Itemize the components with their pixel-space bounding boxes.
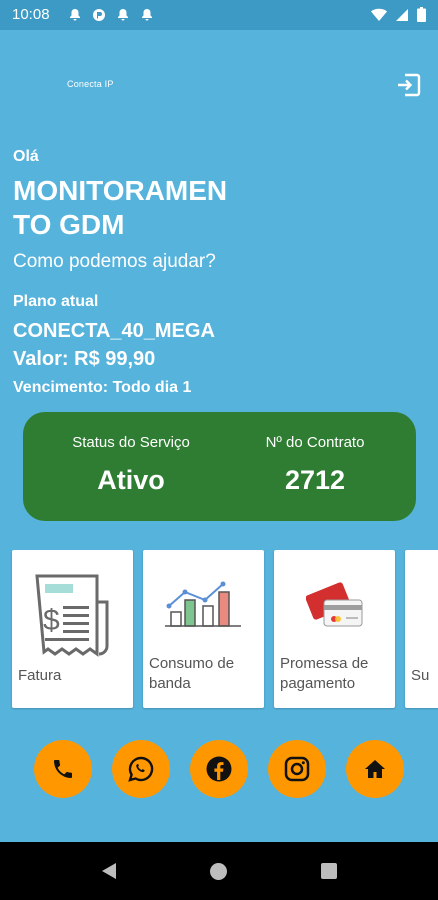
greeting-hello: Olá: [13, 148, 39, 165]
contract-number-label: Nº do Contrato: [265, 434, 365, 451]
facebook-icon: [206, 756, 232, 782]
svg-text:$: $: [43, 604, 60, 637]
credit-card-icon: [306, 582, 363, 627]
instagram-icon: [284, 756, 310, 782]
help-prompt: Como podemos ajudar?: [13, 251, 216, 272]
instagram-button[interactable]: [268, 740, 326, 798]
signal-icon: [396, 8, 408, 21]
card-consumo-banda[interactable]: Consumo de banda: [143, 550, 264, 708]
app-notification-icon: [93, 9, 105, 21]
plan-label: Plano atual: [13, 293, 99, 310]
whatsapp-icon: [128, 756, 154, 782]
service-status-value: Ativo: [97, 465, 165, 495]
card-suporte[interactable]: Su: [405, 550, 438, 708]
recent-apps-icon[interactable]: [321, 863, 337, 879]
card-label: Fatura: [18, 667, 62, 684]
card-label: Consumo de banda: [149, 655, 235, 692]
phone-icon: [54, 760, 72, 778]
home-button[interactable]: [346, 740, 404, 798]
app-logo: Conecta IP: [67, 79, 114, 89]
plan-value: Valor: R$ 99,90: [13, 348, 156, 370]
logout-icon[interactable]: [396, 72, 422, 98]
customer-name: MONITORAMENTO GDM: [13, 175, 228, 240]
android-nav-bar: [0, 842, 438, 900]
card-fatura[interactable]: $ Fatura: [12, 550, 133, 708]
status-time: 10:08: [12, 6, 50, 23]
plan-name: CONECTA_40_MEGA: [13, 320, 215, 342]
notification-bell-icon: [118, 9, 128, 21]
service-status-label: Status do Serviço: [72, 434, 190, 451]
wifi-icon: [371, 8, 387, 21]
status-bar: 10:08: [0, 0, 438, 30]
facebook-button[interactable]: [190, 740, 248, 798]
battery-icon: [417, 7, 426, 22]
service-status-card: Status do Serviço Ativo Nº do Contrato 2…: [23, 412, 416, 521]
chart-icon: [165, 581, 241, 627]
whatsapp-button[interactable]: [112, 740, 170, 798]
invoice-icon: $: [35, 574, 109, 657]
phone-button[interactable]: [34, 740, 92, 798]
notification-bell-icon: [142, 9, 152, 21]
plan-due-date: Vencimento: Todo dia 1: [13, 379, 192, 396]
home-icon: [365, 760, 385, 778]
notification-bell-icon: [70, 9, 80, 21]
service-cards-row: $ Fatura Consumo de banda Promessa de pa…: [0, 550, 438, 710]
contract-number-value: 2712: [284, 465, 346, 495]
card-label: Su: [411, 667, 430, 684]
home-nav-icon[interactable]: [210, 863, 227, 880]
card-label: Promessa de pagamento: [280, 655, 369, 692]
back-icon[interactable]: [100, 862, 118, 880]
card-promessa-pagamento[interactable]: Promessa de pagamento: [274, 550, 395, 708]
